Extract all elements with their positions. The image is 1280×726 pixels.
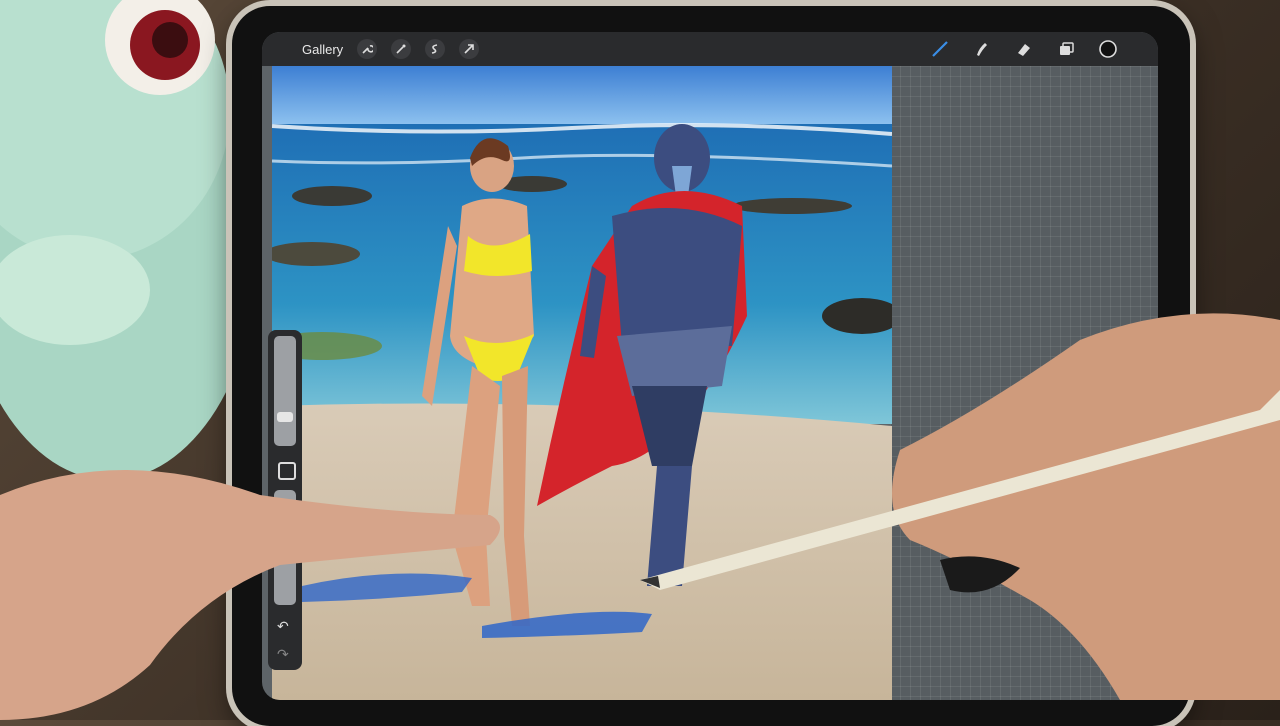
- magic-wand-icon[interactable]: [391, 39, 412, 59]
- top-toolbar: Gallery: [262, 32, 1158, 66]
- selection-icon[interactable]: [425, 39, 446, 59]
- apple-pencil: [640, 390, 1280, 590]
- smudge-icon[interactable]: [972, 39, 992, 59]
- left-hand: [0, 470, 500, 720]
- brush-icon[interactable]: [930, 39, 950, 59]
- right-tool-group: [930, 39, 1118, 59]
- wrench-icon[interactable]: [357, 39, 378, 59]
- brush-size-thumb[interactable]: [277, 412, 293, 422]
- brush-size-slider[interactable]: [274, 336, 296, 446]
- plush-toy: [0, 0, 260, 480]
- layers-icon[interactable]: [1056, 39, 1076, 59]
- color-circle-icon[interactable]: [1098, 39, 1118, 59]
- eraser-icon[interactable]: [1014, 39, 1034, 59]
- transform-arrow-icon[interactable]: [459, 39, 480, 59]
- gallery-button[interactable]: Gallery: [302, 42, 343, 57]
